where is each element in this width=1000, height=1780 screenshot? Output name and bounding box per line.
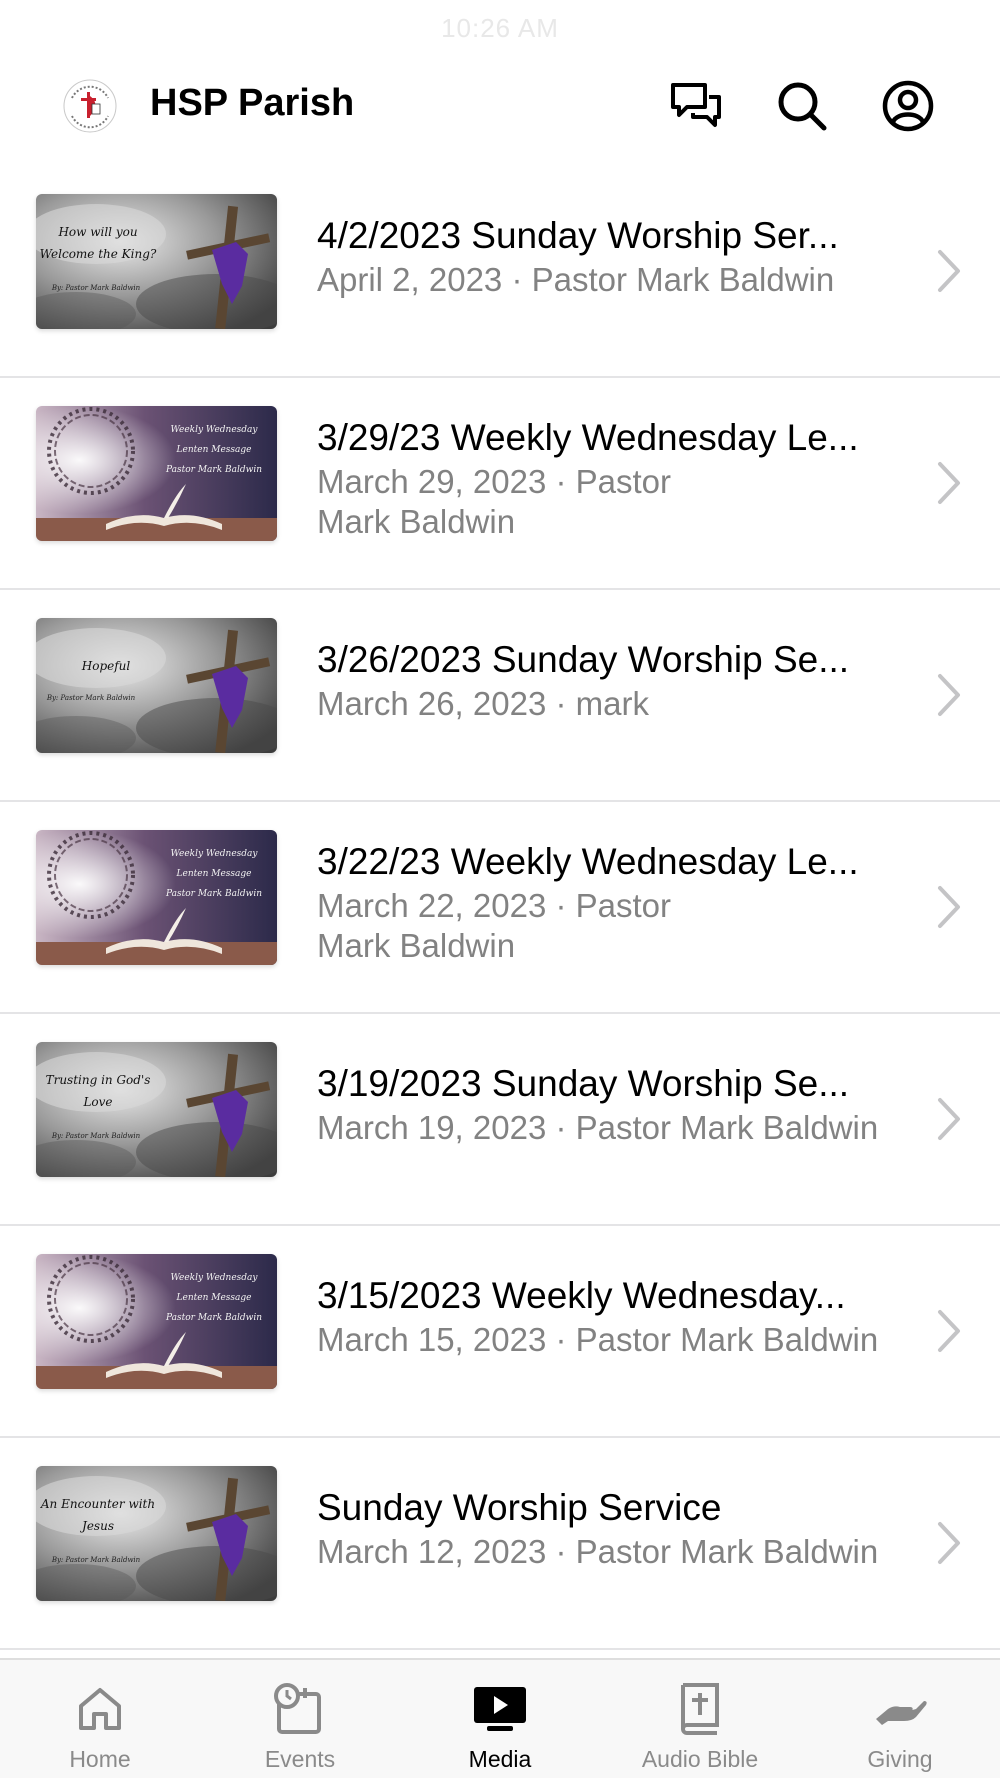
- sermon-thumbnail: Hopeful By: Pastor Mark Baldwin: [36, 618, 277, 753]
- thumbnail-caption: Jesus: [79, 1519, 114, 1533]
- media-item-text: 3/26/2023 Sunday Worship Se... March 26, …: [317, 638, 907, 724]
- media-item-title: 3/29/23 Weekly Wednesday Le...: [317, 417, 859, 458]
- tab-bar: Home Events Media Audio Bible Giving: [0, 1658, 1000, 1778]
- status-bar: 10:26 AM: [0, 0, 1000, 56]
- thumbnail-caption: Weekly Wednesday: [170, 425, 258, 435]
- media-list-item[interactable]: How will you Welcome the King? By: Pastor…: [0, 166, 1000, 378]
- tab-home[interactable]: Home: [0, 1660, 200, 1780]
- chevron-right-icon: [934, 246, 964, 296]
- thumbnail-caption: How will you: [57, 225, 137, 239]
- thumbnail-caption: Hopeful: [81, 659, 131, 673]
- media-list-item[interactable]: Weekly Wednesday Lenten Message Pastor Mar…: [0, 378, 1000, 590]
- thumbnail-caption: Weekly Wednesday: [170, 1273, 258, 1283]
- tab-giving-label: Giving: [867, 1746, 933, 1772]
- media-item-title: 3/19/2023 Sunday Worship Se...: [317, 1063, 850, 1104]
- account-circle-icon: [882, 80, 934, 132]
- home-icon: [79, 1688, 121, 1730]
- search-icon: [778, 82, 827, 131]
- media-item-text: 3/15/2023 Weekly Wednesday... March 15, 2…: [317, 1274, 907, 1360]
- thumbnail-byline: By: Pastor Mark Baldwin: [51, 284, 141, 292]
- media-item-title: 3/15/2023 Weekly Wednesday...: [317, 1275, 846, 1316]
- media-item-subtitle: March 19, 2023 · Pastor Mark Baldwin: [317, 1109, 879, 1146]
- account-button[interactable]: [878, 76, 938, 136]
- tab-giving[interactable]: Giving: [800, 1660, 1000, 1780]
- tab-events-label: Events: [264, 1746, 336, 1772]
- tab-events[interactable]: Events: [200, 1660, 400, 1780]
- thumbnail-caption: Trusting in God's: [46, 1073, 151, 1087]
- play-screen-icon: [474, 1687, 526, 1731]
- chevron-right-icon: [934, 882, 964, 932]
- media-item-text: 3/22/23 Weekly Wednesday Le... March 22, …: [317, 840, 907, 966]
- status-time: 10:26 AM: [441, 12, 559, 43]
- chevron-right-icon: [934, 1094, 964, 1144]
- calendar-clock-icon: [274, 1683, 321, 1734]
- sermon-thumbnail: Trusting in God's Love By: Pastor Mark Ba…: [36, 1042, 277, 1177]
- media-item-text: 4/2/2023 Sunday Worship Ser... April 2, 2…: [317, 214, 907, 300]
- app-title: HSP Parish: [150, 82, 355, 124]
- giving-hand-icon: [876, 1701, 927, 1725]
- tab-media[interactable]: Media: [400, 1660, 600, 1780]
- thumbnail-caption: Pastor Mark Baldwin: [165, 889, 262, 899]
- parish-logo-icon: [62, 78, 118, 134]
- media-list: How will you Welcome the King? By: Pastor…: [0, 166, 1000, 1650]
- chevron-right-icon: [934, 458, 964, 508]
- tab-home-label: Home: [69, 1746, 131, 1772]
- chat-bubbles-icon: [671, 83, 721, 127]
- thumbnail-byline: By: Pastor Mark Baldwin: [51, 1556, 141, 1564]
- chat-button[interactable]: [666, 76, 726, 136]
- media-item-title: 4/2/2023 Sunday Worship Ser...: [317, 215, 839, 256]
- sermon-thumbnail: An Encounter with Jesus By: Pastor Mark B…: [36, 1466, 277, 1601]
- media-item-title: 3/26/2023 Sunday Worship Se...: [317, 639, 850, 680]
- thumbnail-caption: Love: [82, 1095, 112, 1109]
- tab-media-label: Media: [468, 1746, 532, 1772]
- thumbnail-caption: Pastor Mark Baldwin: [165, 1313, 262, 1323]
- media-item-subtitle: March 15, 2023 · Pastor Mark Baldwin: [317, 1321, 879, 1358]
- tab-audio-bible-label: Audio Bible: [641, 1746, 759, 1772]
- sermon-thumbnail: Weekly Wednesday Lenten Message Pastor Mar…: [36, 1254, 277, 1389]
- media-item-text: 3/29/23 Weekly Wednesday Le... March 29, …: [317, 416, 907, 542]
- thumbnail-caption: Lenten Message: [176, 869, 252, 879]
- chevron-right-icon: [934, 1518, 964, 1568]
- sermon-thumbnail: Weekly Wednesday Lenten Message Pastor Mar…: [36, 406, 277, 541]
- sermon-thumbnail: Weekly Wednesday Lenten Message Pastor Mar…: [36, 830, 277, 965]
- chevron-right-icon: [934, 670, 964, 720]
- media-item-text: 3/19/2023 Sunday Worship Se... March 19, …: [317, 1062, 907, 1148]
- media-item-subtitle: March 12, 2023 · Pastor Mark Baldwin: [317, 1533, 879, 1570]
- thumbnail-caption: An Encounter with: [40, 1497, 155, 1511]
- bible-icon: [681, 1683, 719, 1735]
- media-list-item[interactable]: Weekly Wednesday Lenten Message Pastor Mar…: [0, 1226, 1000, 1438]
- media-item-subtitle: April 2, 2023 · Pastor Mark Baldwin: [317, 261, 835, 298]
- thumbnail-caption: Lenten Message: [176, 445, 252, 455]
- media-item-subtitle: March 29, 2023 · Pastor Mark Baldwin: [317, 463, 672, 540]
- thumbnail-caption: Welcome the King?: [40, 247, 157, 261]
- media-item-title: 3/22/23 Weekly Wednesday Le...: [317, 841, 859, 882]
- media-list-item[interactable]: Trusting in God's Love By: Pastor Mark Ba…: [0, 1014, 1000, 1226]
- media-item-text: Sunday Worship Service March 12, 2023 · P…: [317, 1486, 907, 1572]
- app-header: HSP Parish: [0, 56, 1000, 166]
- thumbnail-byline: By: Pastor Mark Baldwin: [46, 694, 136, 702]
- media-list-item[interactable]: Weekly Wednesday Lenten Message Pastor Mar…: [0, 802, 1000, 1014]
- media-item-title: Sunday Worship Service: [317, 1487, 722, 1528]
- thumbnail-caption: Weekly Wednesday: [170, 849, 258, 859]
- media-item-subtitle: March 26, 2023 · mark: [317, 685, 649, 722]
- tab-audio-bible[interactable]: Audio Bible: [600, 1660, 800, 1780]
- media-item-subtitle: March 22, 2023 · Pastor Mark Baldwin: [317, 887, 672, 964]
- media-list-item[interactable]: Hopeful By: Pastor Mark Baldwin 3/26/202…: [0, 590, 1000, 802]
- chevron-right-icon: [934, 1306, 964, 1356]
- sermon-thumbnail: How will you Welcome the King? By: Pastor…: [36, 194, 277, 329]
- media-list-item[interactable]: An Encounter with Jesus By: Pastor Mark B…: [0, 1438, 1000, 1650]
- thumbnail-caption: Lenten Message: [176, 1293, 252, 1303]
- search-button[interactable]: [772, 76, 832, 136]
- thumbnail-caption: Pastor Mark Baldwin: [165, 465, 262, 475]
- thumbnail-byline: By: Pastor Mark Baldwin: [51, 1132, 141, 1140]
